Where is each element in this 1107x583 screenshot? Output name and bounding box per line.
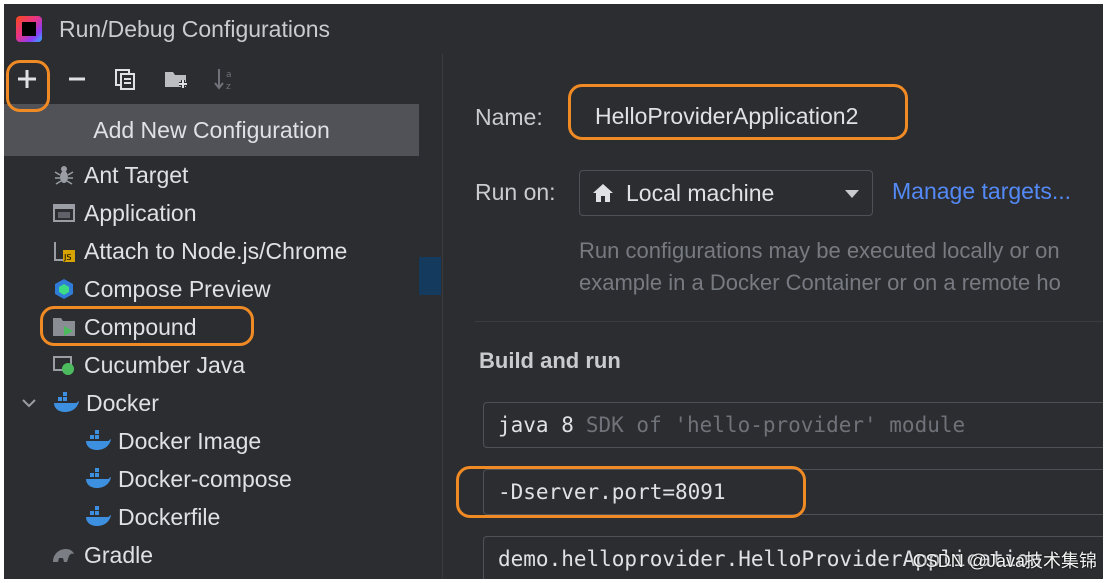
- chevron-down-icon: [845, 190, 859, 198]
- svg-text:z: z: [226, 82, 231, 92]
- list-item-compound[interactable]: Compound: [50, 308, 197, 346]
- run-on-value: Local machine: [626, 179, 775, 206]
- minus-icon: [69, 77, 85, 81]
- gradle-icon: [50, 541, 78, 569]
- remove-configuration-button[interactable]: [62, 64, 92, 94]
- name-label: Name:: [475, 104, 543, 130]
- configuration-form: Name: HelloProviderApplication2 Run on: …: [443, 54, 1103, 579]
- home-icon: [593, 184, 613, 202]
- list-item-docker-compose[interactable]: Docker-compose: [84, 460, 292, 498]
- docker-icon: [52, 389, 80, 417]
- list-item-docker-image[interactable]: Docker Image: [84, 422, 261, 460]
- hint-line-1: Run configurations may be executed local…: [579, 238, 1060, 263]
- list-item-label: Gradle: [84, 541, 154, 568]
- svg-text:JS: JS: [63, 253, 71, 262]
- list-item-label: Compose Preview: [84, 275, 271, 302]
- hint-line-2: example in a Docker Container or on a re…: [579, 270, 1061, 295]
- list-item-label: Cucumber Java: [84, 351, 246, 378]
- list-item-label: Application: [84, 199, 197, 226]
- list-item-label: Docker-compose: [118, 465, 292, 492]
- compose-icon: [50, 275, 78, 303]
- nodejs-icon: JS: [50, 237, 78, 265]
- manage-targets-link[interactable]: Manage targets...: [892, 178, 1071, 205]
- list-item-attach-nodejs[interactable]: JS Attach to Node.js/Chrome: [50, 232, 347, 270]
- scrollbar-thumb[interactable]: [419, 257, 441, 295]
- list-item-label: Compound: [84, 313, 197, 340]
- sort-button[interactable]: az: [210, 64, 240, 94]
- docker-icon: [84, 503, 112, 531]
- title-bar: Run/Debug Configurations: [4, 4, 1103, 54]
- add-configuration-button[interactable]: [12, 64, 42, 94]
- docker-icon: [84, 427, 112, 455]
- section-divider: [475, 321, 1103, 322]
- window-title: Run/Debug Configurations: [59, 15, 331, 42]
- sort-alpha-icon: az: [214, 69, 232, 92]
- cucumber-icon: [50, 351, 78, 379]
- list-item-label: Docker: [86, 389, 159, 416]
- watermark: CSDN @Java技术集锦: [912, 551, 1097, 571]
- list-item-cucumber-java[interactable]: Cucumber Java: [50, 346, 245, 384]
- list-item-dockerfile[interactable]: Dockerfile: [84, 498, 220, 536]
- intellij-logo-icon: [16, 16, 42, 42]
- list-item-application[interactable]: Application: [50, 194, 197, 232]
- run-on-label: Run on:: [475, 179, 556, 205]
- list-item-label: Attach to Node.js/Chrome: [84, 237, 348, 264]
- new-folder-button[interactable]: [161, 64, 191, 94]
- plus-icon: [18, 70, 36, 88]
- list-item-label: Dockerfile: [118, 503, 221, 530]
- sdk-field[interactable]: java 8 SDK of 'hello-provider' module: [483, 402, 1103, 448]
- list-item-ant-target[interactable]: Ant Target: [50, 156, 188, 194]
- add-new-configuration-header: Add New Configuration: [4, 104, 419, 156]
- vm-options-field[interactable]: -Dserver.port=8091: [483, 469, 1103, 515]
- ant-icon: [50, 161, 78, 189]
- chevron-down-icon[interactable]: [18, 389, 40, 417]
- configurations-toolbar: az: [4, 54, 442, 104]
- compound-icon: [50, 313, 78, 341]
- list-item-gradle[interactable]: Gradle: [50, 536, 153, 574]
- dialog-window: Run/Debug Configurations az Add New Conf…: [4, 4, 1103, 579]
- new-folder-icon: [165, 72, 187, 88]
- list-item-label: Ant Target: [84, 161, 189, 188]
- sdk-version: java 8: [498, 413, 574, 437]
- copy-configuration-button[interactable]: [110, 64, 140, 94]
- copy-icon: [115, 69, 135, 90]
- list-item-compose-preview[interactable]: Compose Preview: [50, 270, 271, 308]
- name-field[interactable]: HelloProviderApplication2: [573, 92, 1103, 140]
- svg-text:a: a: [226, 70, 232, 80]
- configurations-panel: az Add New Configuration Ant Target Appl…: [4, 54, 442, 579]
- sdk-module-hint: SDK of 'hello-provider' module: [585, 413, 966, 437]
- docker-icon: [84, 465, 112, 493]
- run-on-dropdown[interactable]: Local machine: [579, 170, 873, 216]
- list-item-label: Docker Image: [118, 427, 262, 454]
- application-icon: [50, 199, 78, 227]
- build-and-run-heading: Build and run: [479, 348, 621, 373]
- list-item-docker[interactable]: Docker: [18, 384, 159, 422]
